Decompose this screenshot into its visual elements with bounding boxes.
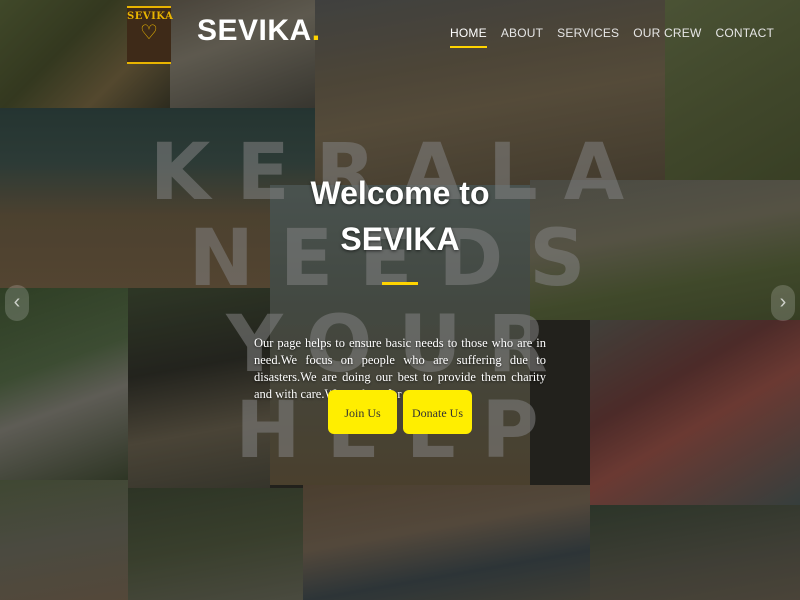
background-overlay	[0, 0, 800, 600]
brand-name[interactable]: SEVIKA.	[197, 14, 321, 48]
heading-underline	[382, 282, 418, 285]
hero-description: Our page helps to ensure basic needs to …	[254, 335, 546, 401]
chevron-left-icon[interactable]: ‹	[5, 285, 29, 321]
welcome-line-1: Welcome to	[310, 175, 490, 211]
brand-dot: .	[311, 14, 321, 47]
heart-icon: ♡	[140, 22, 158, 44]
site-logo[interactable]: SEVIKA ♡	[127, 6, 174, 64]
nav-about[interactable]: ABOUT	[501, 26, 543, 48]
hero-section: KERALA NEEDS YOUR HELP SEVIKA ♡ SEVIKA. …	[0, 0, 800, 600]
nav-contact[interactable]: CONTACT	[716, 26, 775, 48]
brand-text: SEVIKA	[197, 14, 312, 47]
donate-us-button[interactable]: Donate Us	[403, 390, 472, 434]
welcome-line-2: SEVIKA	[340, 221, 460, 257]
nav-services[interactable]: SERVICES	[557, 26, 619, 48]
nav-home[interactable]: HOME	[450, 26, 487, 48]
main-nav: HOME ABOUT SERVICES OUR CREW CONTACT	[450, 26, 774, 48]
nav-our-crew[interactable]: OUR CREW	[633, 26, 701, 48]
welcome-heading: Welcome to SEVIKA	[250, 170, 550, 262]
logo-text: SEVIKA	[127, 11, 174, 22]
chevron-right-icon[interactable]: ›	[771, 285, 795, 321]
join-us-button[interactable]: Join Us	[328, 390, 397, 434]
